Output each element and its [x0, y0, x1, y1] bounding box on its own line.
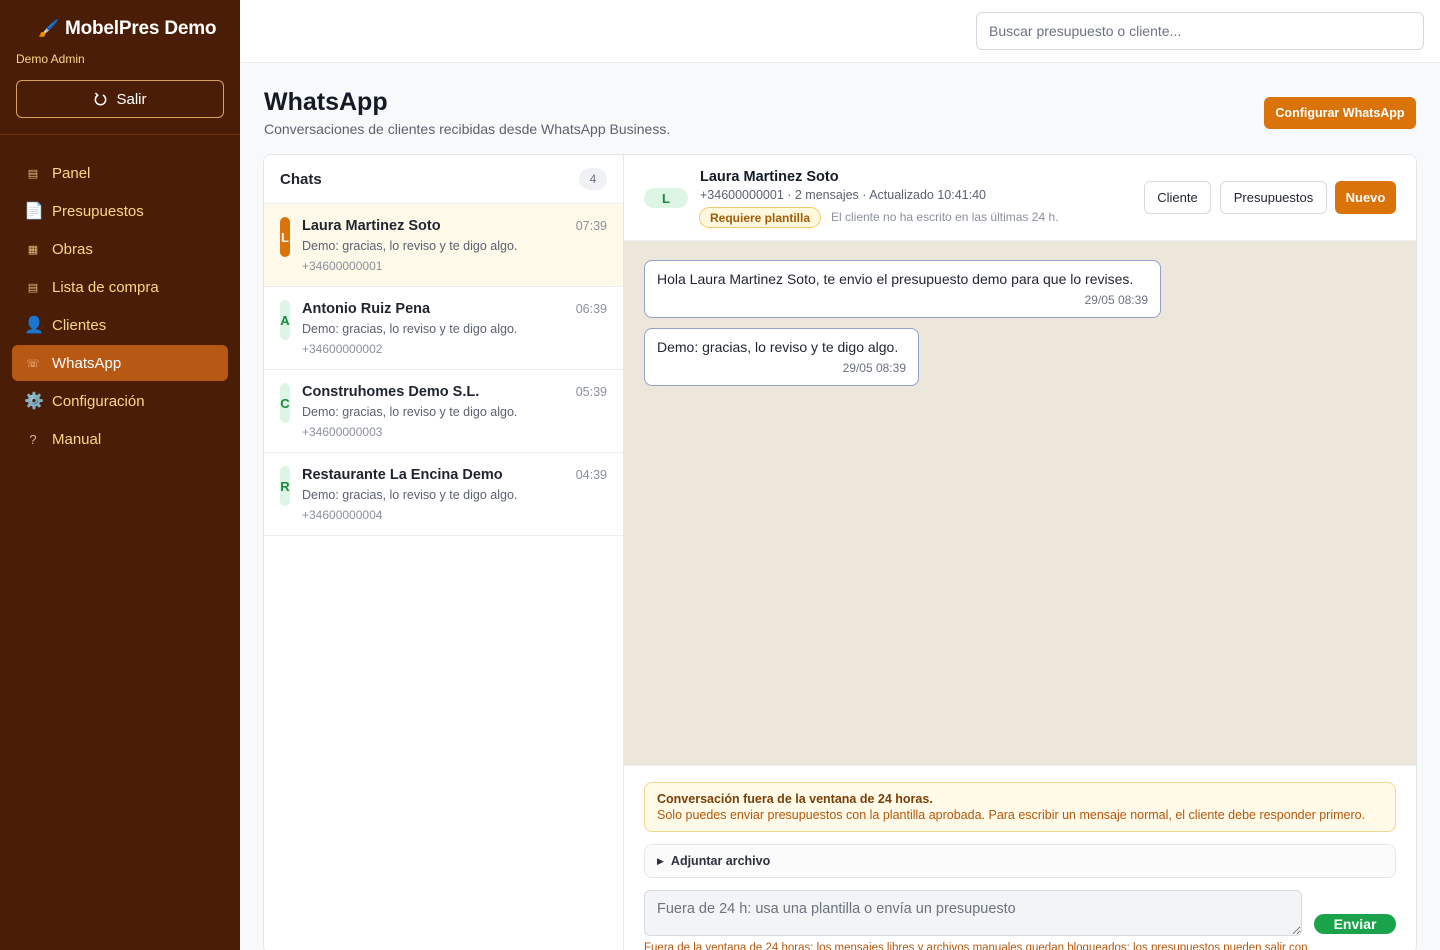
- brand[interactable]: 🖌️ MobelPres Demo: [38, 18, 217, 40]
- avatar: A: [280, 300, 290, 340]
- grid-icon: ▤: [27, 167, 39, 180]
- presupuestos-button[interactable]: Presupuestos: [1220, 181, 1327, 214]
- message-bubble: Hola Laura Martinez Soto, te envio el pr…: [644, 260, 1161, 318]
- avatar: R: [280, 466, 290, 506]
- status-badge: Requiere plantilla: [699, 207, 822, 228]
- sidebar-item-label: Presupuestos: [52, 202, 144, 220]
- document-icon: 📄: [24, 203, 44, 220]
- sidebar-item-label: Panel: [52, 164, 91, 182]
- chat-name: Antonio Ruiz Pena: [302, 301, 431, 317]
- brand-name: MobelPres Demo: [64, 18, 217, 39]
- avatar: C: [280, 383, 290, 423]
- chat-preview: Demo: gracias, lo reviso y te digo algo.: [302, 488, 518, 502]
- chat-phone: +34600000004: [302, 508, 383, 522]
- chat-time: 05:39: [575, 385, 607, 399]
- logout-label: Salir: [116, 90, 147, 108]
- message-area[interactable]: Hola Laura Martinez Soto, te envio el pr…: [624, 241, 1416, 765]
- page-title: WhatsApp: [264, 88, 388, 116]
- list-icon: ▤: [27, 281, 39, 294]
- attach-label: Adjuntar archivo: [670, 854, 771, 868]
- avatar: L: [280, 217, 290, 257]
- send-button[interactable]: Enviar: [1314, 914, 1396, 934]
- warning-text: Solo puedes enviar presupuestos con la p…: [657, 808, 1366, 822]
- sidebar-item-panel[interactable]: ▤ Panel: [12, 155, 228, 191]
- sidebar-item-label: Configuración: [52, 392, 145, 410]
- chat-list-title: Chats: [280, 170, 322, 188]
- chat-preview: Demo: gracias, lo reviso y te digo algo.: [302, 322, 518, 336]
- sidebar-item-clientes[interactable]: 👤 Clientes: [12, 307, 228, 343]
- attach-file-toggle[interactable]: ▶ Adjuntar archivo: [644, 844, 1396, 878]
- sidebar-item-configuracion[interactable]: ⚙️ Configuración: [12, 383, 228, 419]
- sidebar-item-obras[interactable]: ▦ Obras: [12, 231, 228, 267]
- chat-phone: +34600000003: [302, 425, 383, 439]
- chat-item[interactable]: C Construhomes Demo S.L. 05:39 Demo: gra…: [264, 370, 623, 453]
- chat-item[interactable]: R Restaurante La Encina Demo 04:39 Demo:…: [264, 453, 623, 536]
- page-subtitle: Conversaciones de clientes recibidas des…: [264, 121, 671, 137]
- grid-icon: ▦: [27, 243, 39, 256]
- chat-item[interactable]: A Antonio Ruiz Pena 06:39 Demo: gracias,…: [264, 287, 623, 370]
- chat-preview: Demo: gracias, lo reviso y te digo algo.: [302, 239, 518, 253]
- topbar: [240, 0, 1440, 63]
- user-icon: 👤: [24, 317, 44, 334]
- conversation-header: L Laura Martinez Soto +34600000001 · 2 m…: [624, 155, 1416, 241]
- whatsapp-card: Chats 4 L Laura Martinez Soto 07:39 Demo…: [263, 154, 1417, 950]
- sidebar: 🖌️ MobelPres Demo Demo Admin Salir ▤ Pan…: [0, 0, 240, 950]
- footnote: Fuera de la ventana de 24 horas: los men…: [644, 942, 1308, 950]
- sidebar-item-manual[interactable]: ? Manual: [12, 421, 228, 457]
- message-text: Hola Laura Martinez Soto, te envio el pr…: [657, 271, 1134, 287]
- search-input[interactable]: [976, 12, 1424, 50]
- cliente-button[interactable]: Cliente: [1144, 181, 1211, 214]
- sidebar-item-label: Manual: [52, 430, 102, 448]
- chat-list-header: Chats 4: [264, 155, 623, 204]
- sidebar-divider: [0, 134, 240, 135]
- sidebar-nav: ▤ Panel 📄 Presupuestos ▦ Obras ▤ Lista d…: [12, 155, 228, 459]
- triangle-right-icon: ▶: [657, 855, 664, 866]
- chat-preview: Demo: gracias, lo reviso y te digo algo.: [302, 405, 518, 419]
- chat-name: Restaurante La Encina Demo: [302, 467, 503, 483]
- sidebar-item-label: Clientes: [52, 316, 107, 334]
- chat-item[interactable]: L Laura Martinez Soto 07:39 Demo: gracia…: [264, 204, 623, 287]
- configure-whatsapp-button[interactable]: Configurar WhatsApp: [1264, 97, 1416, 129]
- message-time: 29/05 08:39: [1084, 293, 1148, 307]
- sidebar-item-whatsapp[interactable]: ☏ WhatsApp: [12, 345, 228, 381]
- message-text: Demo: gracias, lo reviso y te digo algo.: [657, 339, 899, 355]
- sidebar-item-presupuestos[interactable]: 📄 Presupuestos: [12, 193, 228, 229]
- gear-icon: ⚙️: [24, 393, 44, 410]
- question-icon: ?: [29, 431, 37, 447]
- window-note: El cliente no ha escrito en las últimas …: [831, 210, 1059, 224]
- chat-list: Chats 4 L Laura Martinez Soto 07:39 Demo…: [264, 155, 624, 950]
- sidebar-item-label: Obras: [52, 240, 93, 258]
- conversation-panel: L Laura Martinez Soto +34600000001 · 2 m…: [624, 155, 1416, 950]
- warning-title: Conversación fuera de la ventana de 24 h…: [657, 792, 933, 806]
- chat-time: 07:39: [575, 219, 607, 233]
- logout-button[interactable]: Salir: [16, 80, 224, 118]
- sidebar-item-lista-compra[interactable]: ▤ Lista de compra: [12, 269, 228, 305]
- chat-phone: +34600000001: [302, 259, 383, 273]
- chat-time: 04:39: [575, 468, 607, 482]
- window-warning: Conversación fuera de la ventana de 24 h…: [644, 782, 1396, 832]
- paintbrush-icon: 🖌️: [38, 19, 59, 38]
- sidebar-item-label: WhatsApp: [52, 354, 122, 372]
- composer: Conversación fuera de la ventana de 24 h…: [624, 765, 1416, 950]
- chat-phone: +34600000002: [302, 342, 383, 356]
- conversation-meta: +34600000001 · 2 mensajes · Actualizado …: [700, 188, 986, 202]
- message-time: 29/05 08:39: [842, 361, 906, 375]
- phone-icon: ☏: [26, 357, 40, 370]
- chat-name: Laura Martinez Soto: [302, 218, 441, 234]
- chat-count-badge: 4: [579, 168, 607, 190]
- message-bubble: Demo: gracias, lo reviso y te digo algo.…: [644, 328, 919, 386]
- message-input[interactable]: [644, 890, 1302, 936]
- nuevo-button[interactable]: Nuevo: [1335, 181, 1396, 214]
- sidebar-item-label: Lista de compra: [52, 278, 159, 296]
- power-icon: [95, 92, 107, 105]
- user-name: Demo Admin: [16, 52, 85, 66]
- avatar: L: [644, 188, 688, 208]
- chat-time: 06:39: [575, 302, 607, 316]
- chat-name: Construhomes Demo S.L.: [302, 384, 480, 400]
- conversation-name: Laura Martinez Soto: [700, 169, 839, 185]
